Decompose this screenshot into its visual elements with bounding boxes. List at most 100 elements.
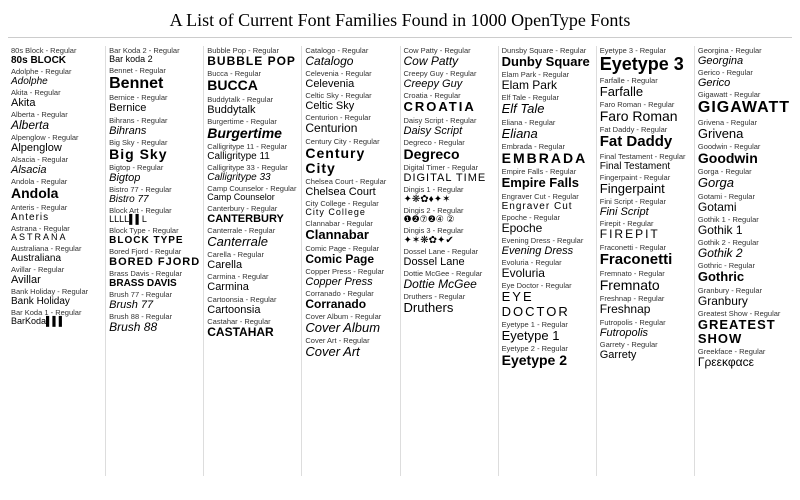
font-label: Futropolis - Regular [600,318,691,327]
font-display: Canterrale [207,235,298,249]
font-display: Akita [11,97,102,109]
font-display: LLLL▌▌L [109,215,200,225]
font-display: Cover Album [305,321,396,335]
list-item: Adolphe - RegularAdolphe [11,67,102,87]
font-display: EMBRADA [502,151,593,166]
font-label: Canterbury - Regular [207,204,298,213]
list-item: Eyetype 2 - RegularEyetype 2 [502,344,593,368]
font-label: Garrety - Regular [600,340,691,349]
list-item: Epoche - RegularEpoche [502,213,593,235]
list-item: Eyetype 1 - RegularEyetype 1 [502,320,593,343]
list-item: Embrada - RegularEMBRADA [502,142,593,166]
list-item: Granbury - RegularGranbury [698,286,789,308]
font-display: Elam Park [502,79,593,92]
list-item: Freshnap - RegularFreshnap [600,294,691,316]
font-display: Dossel Lane [404,256,495,268]
font-display: Copper Press [305,276,396,288]
list-item: Buddytalk - RegularBuddytalk [207,95,298,116]
font-display: BLOCK TYPE [109,235,200,246]
font-display: DIGITAL TIME [404,172,495,184]
font-display: Grivena [698,127,789,141]
font-label: Akita - Regular [11,88,102,97]
list-item: Anteris - RegularAnteris [11,203,102,223]
list-item: Astrana - RegularASTRANA [11,224,102,243]
list-item: Gothik 2 - RegularGothik 2 [698,238,789,260]
app-container: A List of Current Font Families Found in… [0,0,800,500]
font-display: Century City [305,146,396,177]
font-label: 80s Block - Regular [11,46,102,55]
list-item: Farfalle - RegularFarfalle [600,76,691,99]
list-item: Calligritype 11 - RegularCalligritype 11 [207,142,298,162]
list-item: Brass Davis - RegularBRASS DAVIS [109,269,200,289]
list-item: Dingis 2 - Regular❶❷⑦❷④ ② [404,206,495,225]
list-item: Celtic Sky - RegularCeltic Sky [305,91,396,112]
list-item: Century City - RegularCentury City [305,137,396,177]
list-item: 80s Block - Regular80s BLOCK [11,46,102,66]
font-display: FIREPIT [600,228,691,241]
font-label: Block Type - Regular [109,226,200,235]
list-item: Fat Daddy - RegularFat Daddy [600,125,691,151]
list-item: Australiana - RegularAustraliana [11,244,102,264]
font-label: Celtic Sky - Regular [305,91,396,100]
font-display: Calligritype 33 [207,172,298,183]
font-label: Bigtop - Regular [109,163,200,172]
font-display: Eliana [502,127,593,141]
font-display: Gerico [698,77,789,89]
font-display: Bank Holiday [11,296,102,307]
list-item: Creepy Guy - RegularCreepy Guy [404,69,495,90]
font-display: Avillar [11,274,102,286]
list-item: Goodwin - RegularGoodwin [698,142,789,166]
font-label: Dingis 3 - Regular [404,226,495,235]
font-display: Bigtop [109,172,200,184]
font-display: Andola [11,186,102,201]
list-item: Avillar - RegularAvillar [11,265,102,286]
list-item: Carella - RegularCarella [207,250,298,271]
list-item: Dingis 1 - Regular✦❋✿♦✦✶ [404,185,495,205]
font-display: Dunby Square [502,55,593,69]
font-label: Bennet - Regular [109,66,200,75]
column-6: Dunsby Square - RegularDunby Square Elam … [499,46,597,476]
list-item: Alpenglow - RegularAlpenglow [11,133,102,154]
font-display: Daisy Script [404,125,495,137]
font-display: Alpenglow [11,142,102,154]
font-display: CROATIA [404,100,495,114]
font-label: Alsacia - Regular [11,155,102,164]
font-display: BUCCA [207,78,298,93]
list-item: Dunsby Square - RegularDunby Square [502,46,593,69]
font-display: Bistro 77 [109,194,200,205]
font-display: Gothik 1 [698,224,789,237]
list-item: Bihrans - RegularBihrans [109,116,200,137]
list-item: Dossel Lane - RegularDossel Lane [404,247,495,268]
list-item: Bucca - RegularBUCCA [207,69,298,93]
font-display: BORED FJORD [109,256,200,268]
font-display: Corranado [305,298,396,311]
list-item: Akita - RegularAkita [11,88,102,109]
font-label: Avillar - Regular [11,265,102,274]
list-item: Dingis 3 - Regular✦✶❋✿✦✔ [404,226,495,246]
font-display: Fremnato [600,278,691,293]
font-label: Bistro 77 - Regular [109,185,200,194]
list-item: Burgertime - RegularBurgertime [207,117,298,141]
font-display: ASTRANA [11,233,102,243]
font-label: Carmina - Regular [207,272,298,281]
list-item: Block Art - RegularLLLL▌▌L [109,206,200,225]
font-label: Final Testament - Regular [600,152,691,161]
font-display: Gorga [698,176,789,190]
font-display: Dottie McGee [404,278,495,291]
font-label: Bored Fjord - Regular [109,247,200,256]
list-item: Andola - RegularAndola [11,177,102,201]
list-item: Bistro 77 - RegularBistro 77 [109,185,200,205]
font-display: Bennet [109,75,200,93]
list-item: Clannabar - RegularClannabar [305,219,396,242]
list-item: Catalogo - RegularCatalogo [305,46,396,68]
font-display: Fini Script [600,206,691,218]
font-label: Copper Press - Regular [305,267,396,276]
font-display: Bernice [109,102,200,114]
font-display: Cow Patty [404,55,495,68]
font-label: Creepy Guy - Regular [404,69,495,78]
list-item: Alsacia - RegularAlsacia [11,155,102,176]
list-item: Gerico - RegularGerico [698,68,789,89]
page-title: A List of Current Font Families Found in… [8,10,792,38]
font-label: Celevenia - Regular [305,69,396,78]
font-display: Garrety [600,349,691,361]
